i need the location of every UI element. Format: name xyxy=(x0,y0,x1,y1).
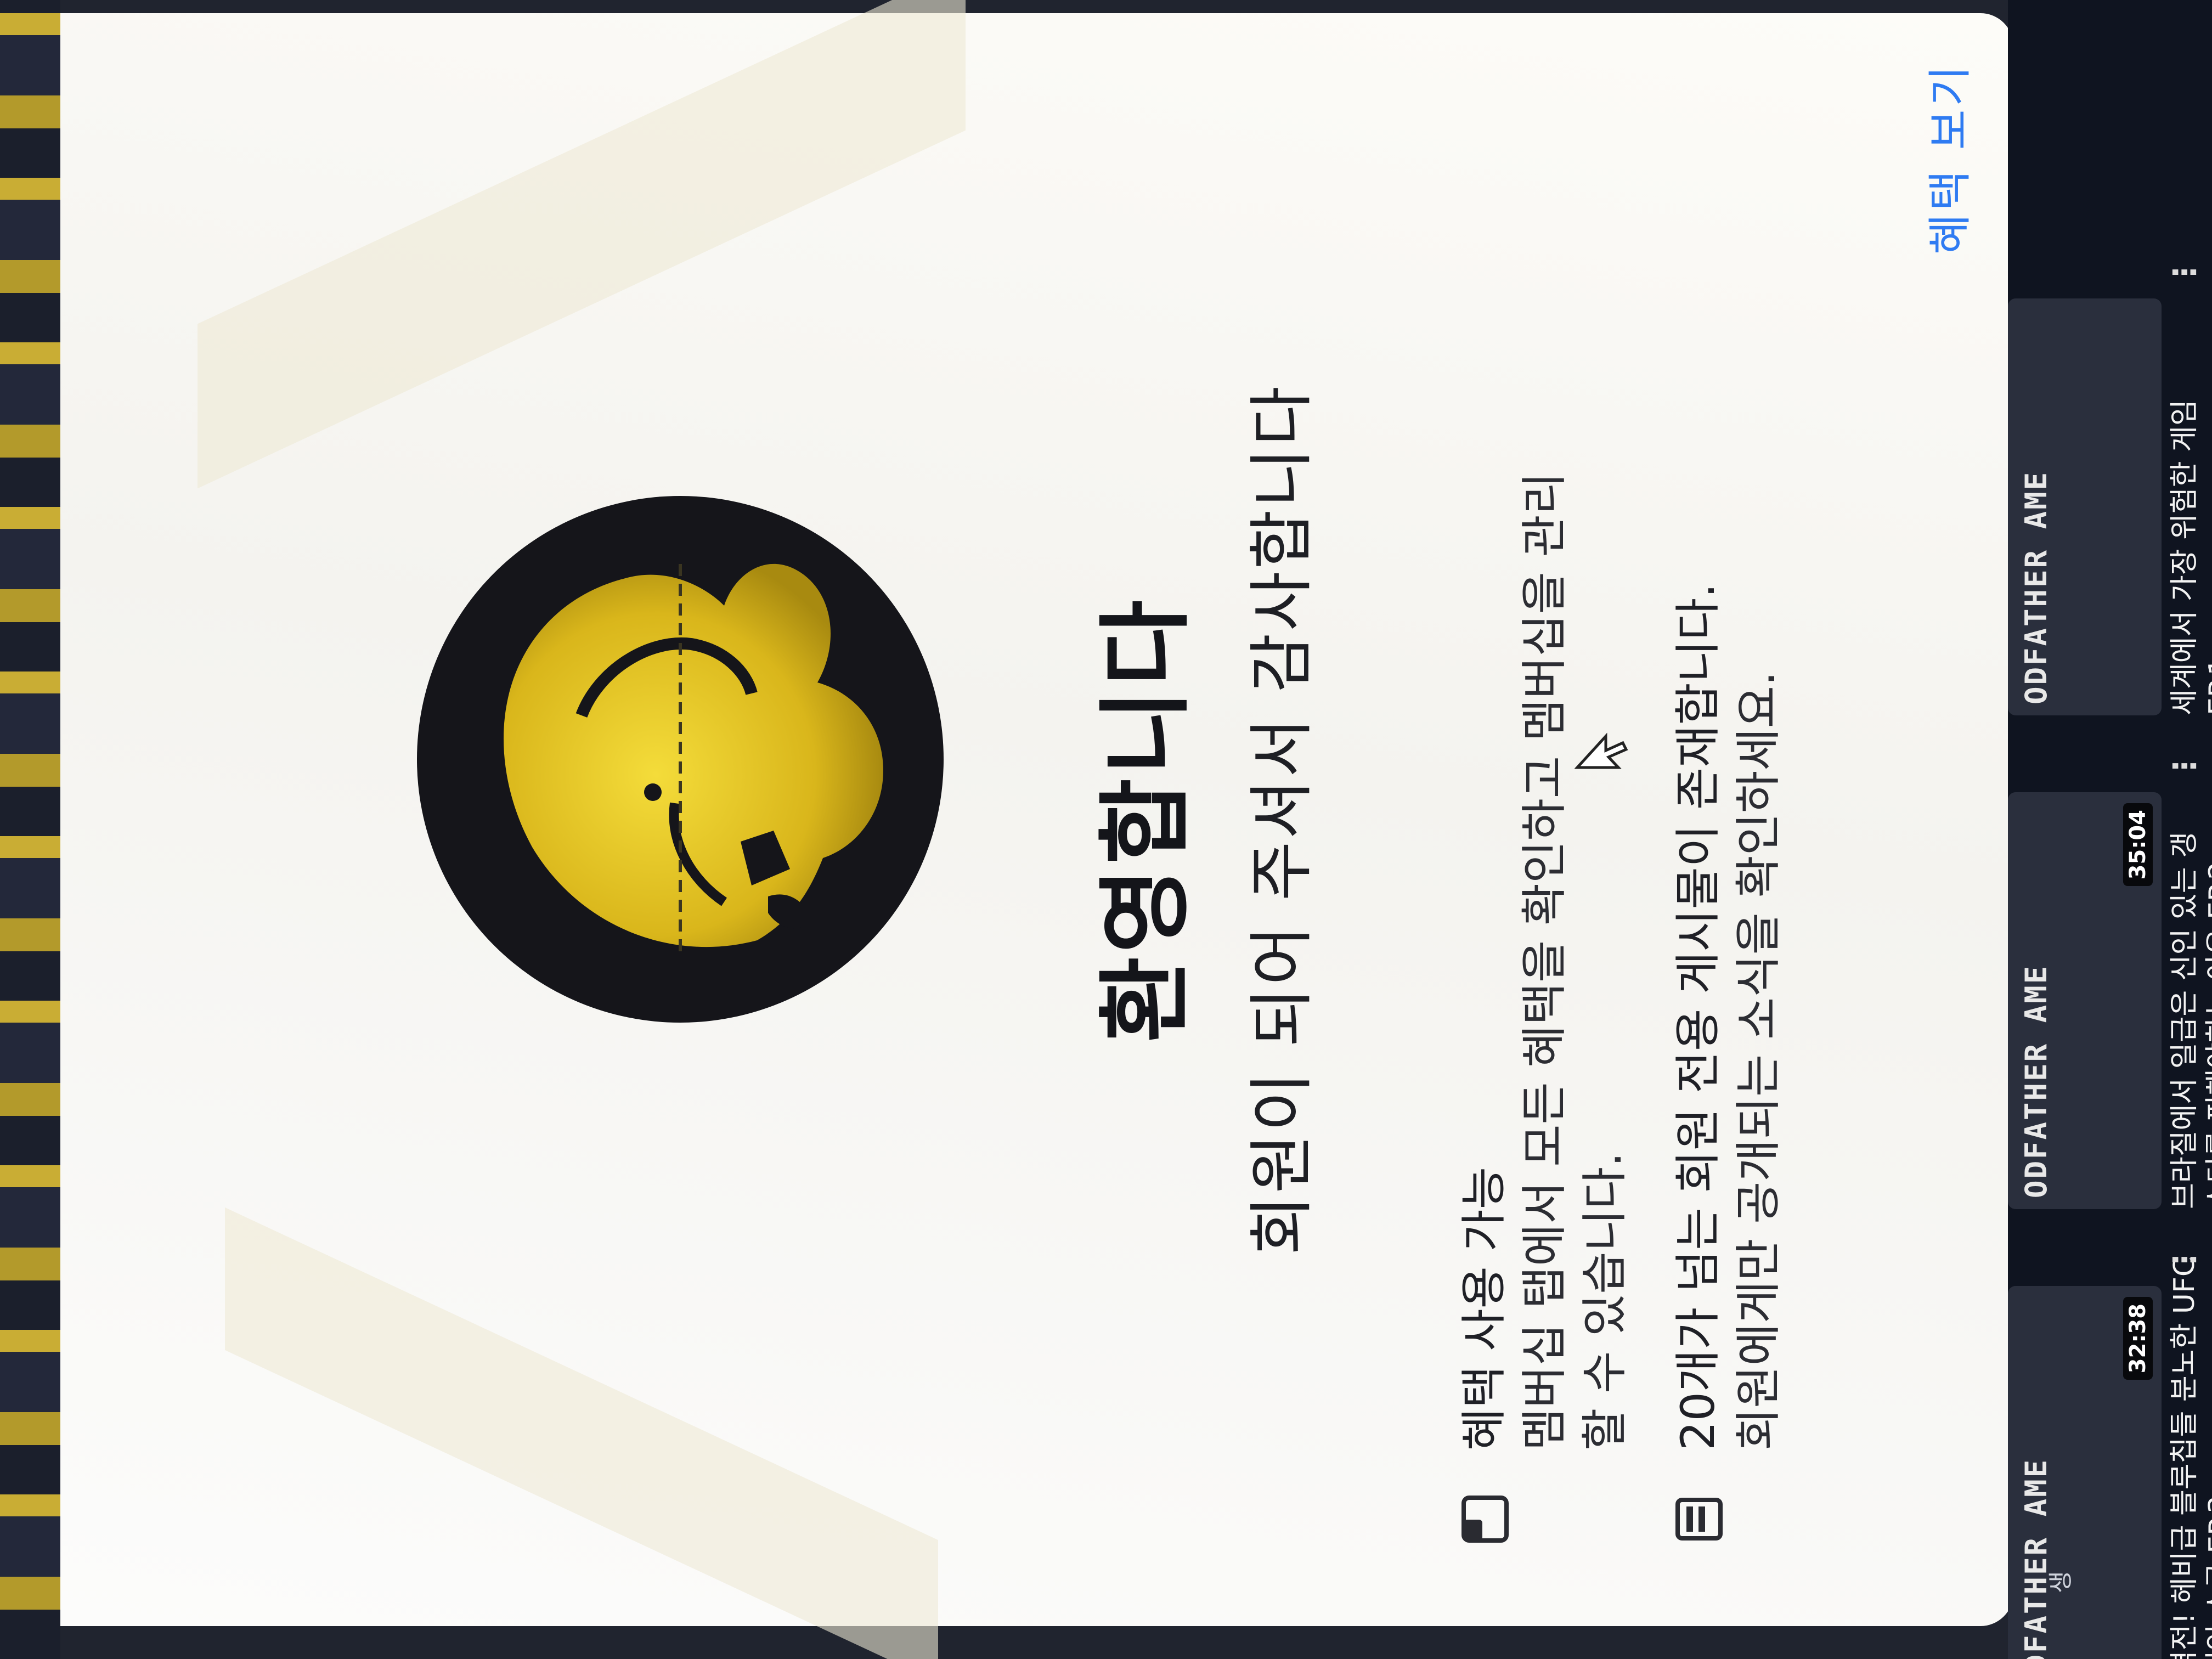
side-label: 생 xyxy=(2047,1571,2075,1593)
view-benefits-link[interactable]: 혜택 보기 xyxy=(1915,63,1978,255)
welcome-dialog: 환영합니다 회원이 되어 주셔서 감사합니다 혜택 사용 가능 멤버십 탭에서 … xyxy=(60,0,2013,1659)
video-grid: ODFATHER AME 32:38 대격전! 헤비급 블루칩들 분노한 UFC… xyxy=(2008,0,2212,1659)
benefit-heading: 혜택 사용 가능 xyxy=(1457,1166,1511,1451)
benefit-item: 20개가 넘는 회원 전용 게시물이 존재합니다. 회원에게만 공개되는 소식을… xyxy=(1668,79,1788,1541)
decor-stripe xyxy=(225,1207,938,1659)
gold-lion-logo xyxy=(417,496,944,1023)
more-options-icon[interactable]: ⋮ xyxy=(2167,751,2203,781)
video-title-line: EP.1 xyxy=(2203,657,2212,715)
video-thumbnail[interactable]: ODFATHER AME xyxy=(2008,298,2162,715)
video-title-line: 대격전! 헤비급 블루칩들 분노한 UFC xyxy=(2168,1256,2201,1659)
thumbnail-brand: ODFATHER AME xyxy=(2019,1458,2053,1659)
video-thumbnail[interactable]: ODFATHER AME 32:38 xyxy=(2008,1286,2162,1659)
video-title[interactable]: 세계에서 가장 위험한 게임 xyxy=(2167,399,2202,715)
lion-icon xyxy=(504,562,883,951)
thumbnail-brand: ODFATHER AME xyxy=(2019,964,2053,1198)
more-options-icon[interactable]: ⋮ xyxy=(2167,257,2203,287)
video-title[interactable]: 대격전! 헤비급 블루칩들 분노한 UFC xyxy=(2167,1257,2202,1659)
video-title-line: 세계에서 가장 위험한 게임 xyxy=(2168,399,2201,715)
video-duration: 35:04 xyxy=(2123,803,2153,887)
rotated-screen: 환영합니다 회원이 되어 주셔서 감사합니다 혜택 사용 가능 멤버십 탭에서 … xyxy=(0,0,2212,1659)
thumbnail-brand: ODFATHER AME xyxy=(2019,470,2053,704)
video-title-line: 스터를 피해야하는 이유 EP.2 xyxy=(2203,861,2212,1209)
benefit-description: 회원에게만 공개되는 소식을 확인하세요. xyxy=(1731,671,1785,1451)
video-thumbnail[interactable]: ODFATHER AME 35:04 xyxy=(2008,792,2162,1209)
benefit-heading: 20개가 넘는 회원 전용 게시물이 존재합니다. xyxy=(1671,583,1725,1451)
video-duration: 32:38 xyxy=(2123,1297,2153,1380)
video-title[interactable]: 브라질에서 일급은 신인 있는 갱 xyxy=(2167,832,2202,1209)
posts-icon xyxy=(1674,1494,1724,1544)
video-title-line: 챔피언 소굴 EP.3 xyxy=(2203,1496,2212,1659)
mouse-cursor-icon xyxy=(1575,732,1628,769)
welcome-title: 환영합니다 xyxy=(1092,597,1200,1043)
more-options-icon[interactable]: ⋮ xyxy=(2167,1244,2203,1275)
welcome-subtitle: 회원이 되어 주셔서 감사합니다 xyxy=(1244,384,1319,1255)
video-title-line: 브라질에서 일급은 신인 있는 갱 xyxy=(2168,831,2201,1209)
decor-stripe xyxy=(198,0,966,489)
background-thumbnails xyxy=(0,0,60,1659)
benefit-description: 멤버십 탭에서 모든 혜택을 확인하고 멤버십을 관리 xyxy=(1517,472,1571,1451)
window-icon xyxy=(1460,1494,1510,1544)
